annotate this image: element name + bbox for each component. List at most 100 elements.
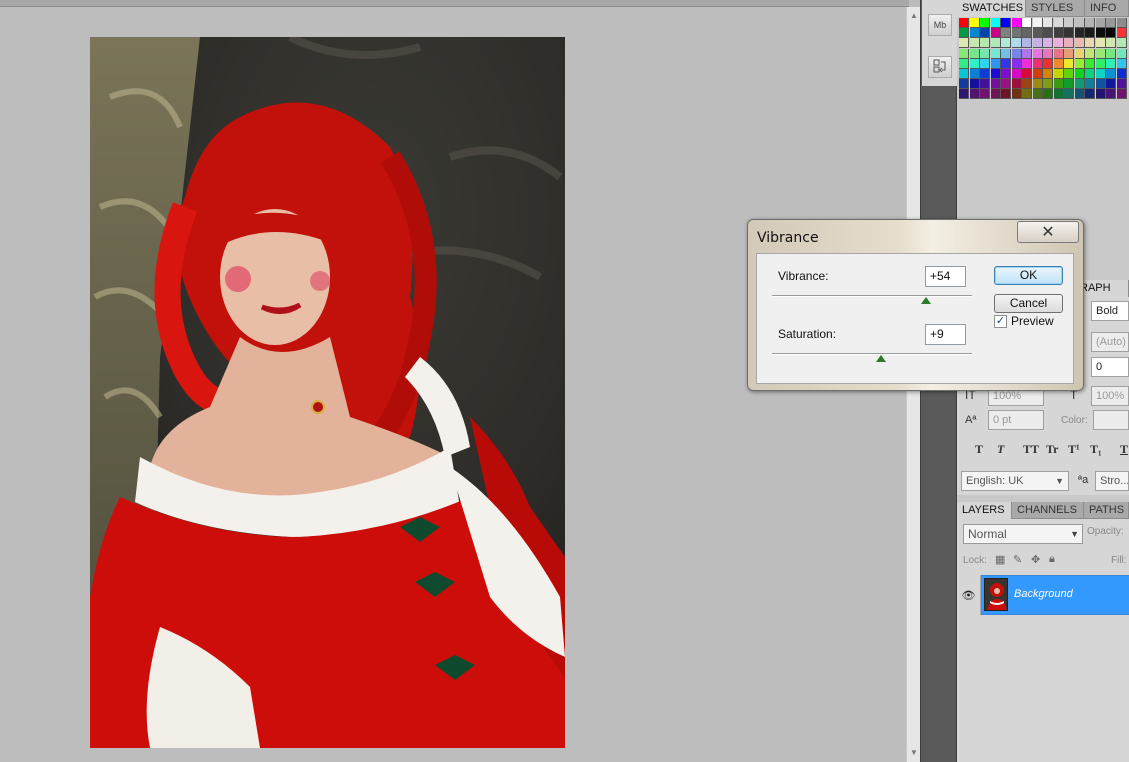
swatch[interactable] <box>1011 18 1022 28</box>
swatches-grid[interactable] <box>959 18 1129 100</box>
horizontal-scale-field[interactable]: 100% <box>1091 386 1129 406</box>
swatch[interactable] <box>1074 38 1085 49</box>
swatch[interactable] <box>1106 69 1116 79</box>
swatch[interactable] <box>1116 38 1127 49</box>
swatch[interactable] <box>1064 18 1074 28</box>
swatch[interactable] <box>969 58 980 69</box>
swatch[interactable] <box>1106 58 1116 69</box>
swatch[interactable] <box>1043 58 1053 69</box>
scroll-down-arrow-icon[interactable]: ▼ <box>909 748 919 758</box>
lock-all-icon[interactable]: 🔒︎ <box>1049 553 1055 566</box>
font-style-field[interactable]: Bold <box>1091 301 1129 321</box>
preview-label[interactable]: Preview <box>1011 314 1054 328</box>
swatch[interactable] <box>1106 89 1116 100</box>
swatch[interactable] <box>1043 79 1053 90</box>
swatch[interactable] <box>980 28 990 39</box>
swatch[interactable] <box>1116 58 1127 69</box>
swatch[interactable] <box>1095 18 1106 28</box>
faux-bold-button[interactable]: T <box>975 442 983 457</box>
swatch[interactable] <box>1074 28 1085 39</box>
vibrance-input[interactable]: +54 <box>925 266 966 287</box>
blend-mode-select[interactable]: Normal ▼ <box>963 524 1083 544</box>
swatch[interactable] <box>1095 69 1106 79</box>
tab-styles[interactable]: STYLES <box>1026 0 1085 17</box>
swatch[interactable] <box>1032 79 1043 90</box>
swatch[interactable] <box>1022 89 1032 100</box>
swatch[interactable] <box>1085 48 1095 59</box>
vibrance-slider-track[interactable] <box>772 295 972 297</box>
underline-button[interactable]: T <box>1120 442 1128 457</box>
tab-channels[interactable]: CHANNELS <box>1012 502 1084 519</box>
swatch[interactable] <box>1011 28 1022 39</box>
swatch[interactable] <box>959 69 969 79</box>
swatch[interactable] <box>1032 18 1043 28</box>
swatch[interactable] <box>1022 38 1032 49</box>
swatch[interactable] <box>1085 28 1095 39</box>
swatch[interactable] <box>1095 58 1106 69</box>
lock-image-icon[interactable]: ✎ <box>1013 553 1022 566</box>
swatch[interactable] <box>1085 69 1095 79</box>
swatch[interactable] <box>1001 28 1011 39</box>
swatch[interactable] <box>1043 89 1053 100</box>
swatch[interactable] <box>1064 28 1074 39</box>
swatch[interactable] <box>959 38 969 49</box>
swatch[interactable] <box>1011 89 1022 100</box>
swatch[interactable] <box>959 48 969 59</box>
lock-position-icon[interactable]: ✥ <box>1031 553 1040 566</box>
scroll-up-arrow-icon[interactable]: ▲ <box>909 11 919 21</box>
swatch[interactable] <box>980 18 990 28</box>
document-image[interactable] <box>90 37 565 748</box>
swatch[interactable] <box>990 18 1001 28</box>
cancel-button[interactable]: Cancel <box>994 294 1063 313</box>
swatch[interactable] <box>969 48 980 59</box>
swatch[interactable] <box>1116 18 1127 28</box>
tab-paths[interactable]: PATHS <box>1084 502 1129 519</box>
saturation-slider-thumb[interactable] <box>876 355 886 362</box>
subscript-button[interactable]: T₁ <box>1090 442 1102 457</box>
swatch[interactable] <box>969 79 980 90</box>
swatch[interactable] <box>959 28 969 39</box>
swatch[interactable] <box>1032 38 1043 49</box>
swatch[interactable] <box>1053 58 1064 69</box>
swatch[interactable] <box>980 48 990 59</box>
visibility-eye-icon[interactable]: 👁︎ <box>957 575 981 615</box>
swatch[interactable] <box>969 18 980 28</box>
swatch[interactable] <box>1043 38 1053 49</box>
swatch[interactable] <box>1064 69 1074 79</box>
swatch[interactable] <box>1095 89 1106 100</box>
swatch[interactable] <box>1053 28 1064 39</box>
swatch[interactable] <box>1053 79 1064 90</box>
swatch[interactable] <box>1064 48 1074 59</box>
swatch[interactable] <box>1074 48 1085 59</box>
ok-button[interactable]: OK <box>994 266 1063 285</box>
superscript-button[interactable]: T¹ <box>1068 442 1080 457</box>
swatch[interactable] <box>1001 18 1011 28</box>
swatch[interactable] <box>1022 69 1032 79</box>
faux-italic-button[interactable]: T <box>997 442 1004 457</box>
swatch[interactable] <box>1085 18 1095 28</box>
swatch[interactable] <box>1022 58 1032 69</box>
swatch[interactable] <box>1106 38 1116 49</box>
swatch[interactable] <box>1001 89 1011 100</box>
swatch[interactable] <box>1022 48 1032 59</box>
swatch[interactable] <box>1001 58 1011 69</box>
swatch[interactable] <box>1043 28 1053 39</box>
swatch[interactable] <box>990 79 1001 90</box>
swatch[interactable] <box>1011 69 1022 79</box>
swatch[interactable] <box>990 28 1001 39</box>
swatch[interactable] <box>990 48 1001 59</box>
swatch[interactable] <box>1095 79 1106 90</box>
all-caps-button[interactable]: TT <box>1023 442 1039 457</box>
swatch[interactable] <box>1085 89 1095 100</box>
swatch[interactable] <box>1064 38 1074 49</box>
swatch[interactable] <box>1032 58 1043 69</box>
swatch[interactable] <box>1053 89 1064 100</box>
swatch[interactable] <box>1085 38 1095 49</box>
swatch[interactable] <box>1074 18 1085 28</box>
swatch[interactable] <box>990 58 1001 69</box>
swatch[interactable] <box>1022 79 1032 90</box>
swatch[interactable] <box>1074 79 1085 90</box>
swatch[interactable] <box>959 18 969 28</box>
swatch[interactable] <box>1116 69 1127 79</box>
swatch[interactable] <box>1011 58 1022 69</box>
